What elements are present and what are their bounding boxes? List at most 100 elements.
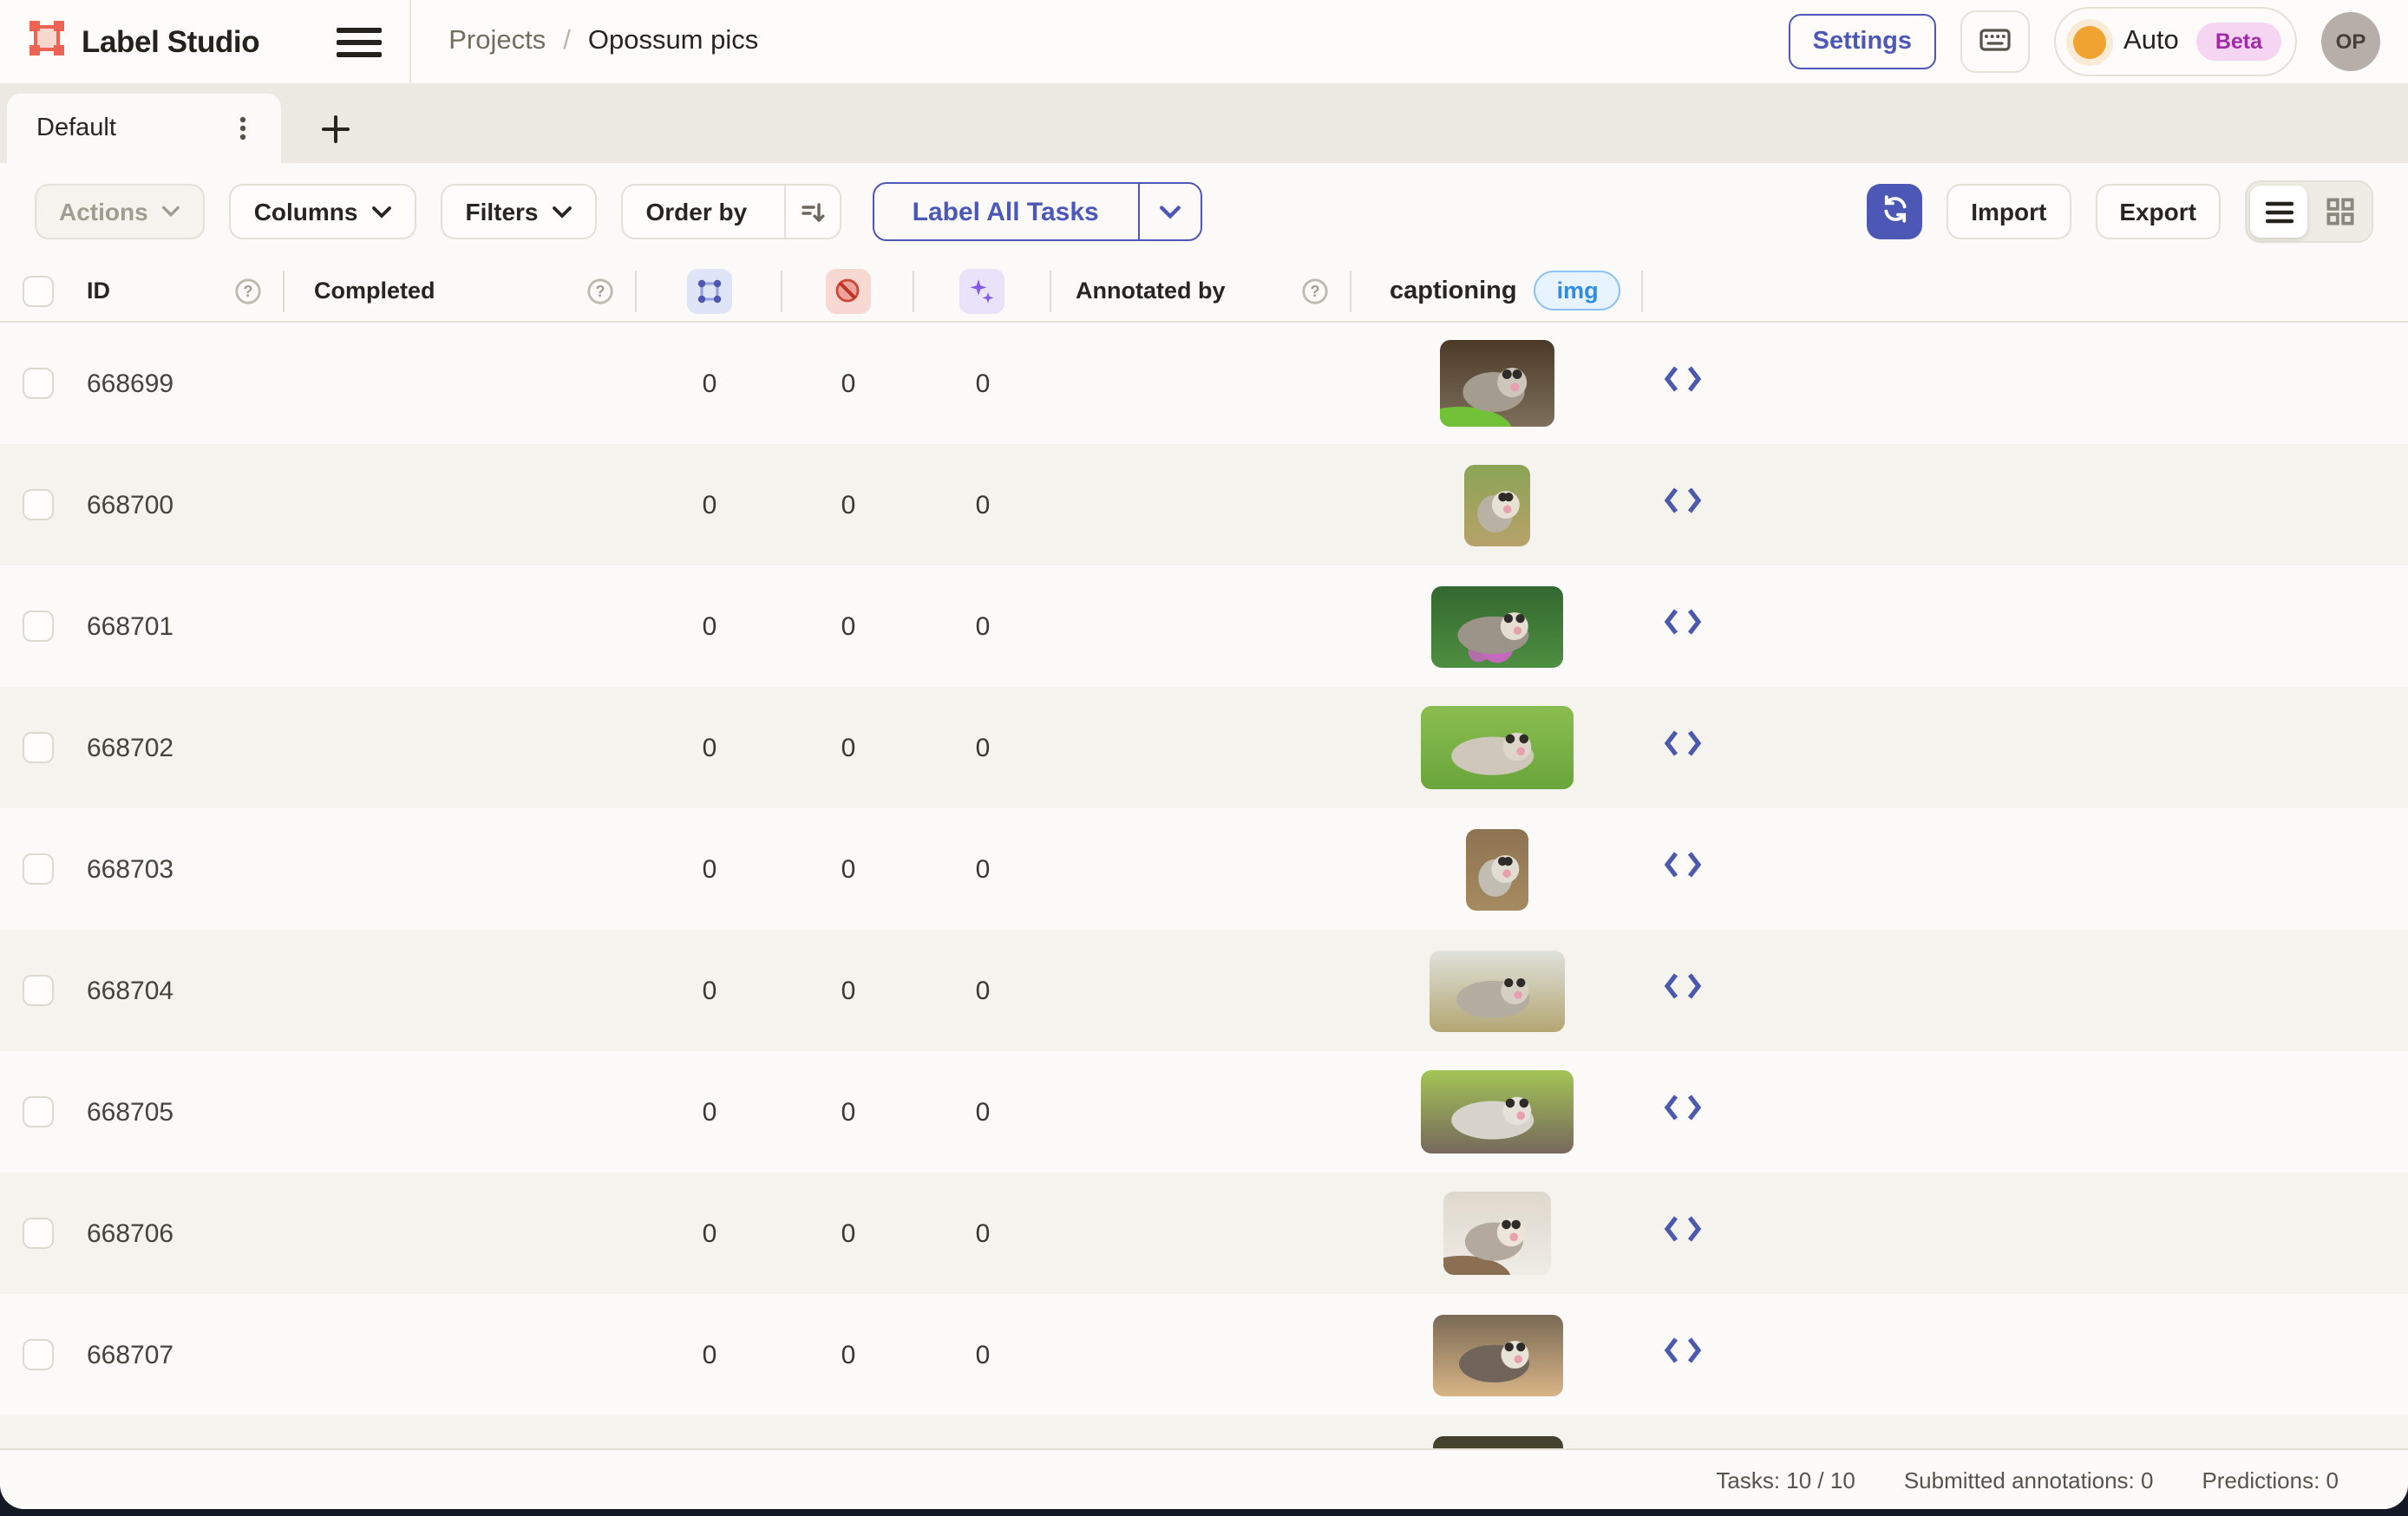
task-id: 668707 xyxy=(69,1340,285,1369)
add-tab-button[interactable] xyxy=(309,94,361,163)
show-source-code-icon[interactable] xyxy=(1662,486,1704,524)
table-row[interactable] xyxy=(0,1415,2408,1448)
app-logo[interactable]: Label Studio xyxy=(28,18,259,65)
column-header-annotations[interactable] xyxy=(637,270,782,311)
cancelled-count: 0 xyxy=(782,611,914,641)
label-studio-app: Label Studio Projects / Opossum pics Set… xyxy=(0,0,2408,1516)
table-row[interactable]: 668706 0 0 0 xyxy=(0,1173,2408,1294)
annotations-count: 0 xyxy=(637,369,782,398)
show-source-code-icon[interactable] xyxy=(1662,850,1704,888)
predictions-count: 0 xyxy=(914,854,1051,884)
task-image-thumbnail[interactable] xyxy=(1421,1070,1574,1153)
export-button[interactable]: Export xyxy=(2095,184,2221,239)
task-image-thumbnail[interactable] xyxy=(1464,464,1530,546)
completed-help-icon[interactable]: ? xyxy=(586,277,614,304)
column-header-completed[interactable]: Completed ? xyxy=(285,270,637,311)
label-all-dropdown-chevron-icon[interactable] xyxy=(1137,184,1200,239)
auto-mode-toggle[interactable]: Auto Beta xyxy=(2054,7,2297,76)
show-source-code-icon[interactable] xyxy=(1662,971,1704,1010)
select-all-cell xyxy=(0,270,69,311)
predictions-count: 0 xyxy=(914,976,1051,1005)
row-checkbox[interactable] xyxy=(23,611,54,642)
row-checkbox[interactable] xyxy=(23,489,54,520)
settings-button[interactable]: Settings xyxy=(1789,14,1936,69)
column-header-id[interactable]: ID ? xyxy=(69,270,285,311)
show-source-code-icon[interactable] xyxy=(1662,364,1704,402)
task-image-thumbnail[interactable] xyxy=(1431,585,1563,667)
row-checkbox[interactable] xyxy=(23,732,54,763)
table-row[interactable]: 668704 0 0 0 xyxy=(0,930,2408,1051)
show-source-code-icon[interactable] xyxy=(1662,1336,1704,1374)
data-manager-toolbar: Actions Columns Filters Order by xyxy=(0,163,2408,260)
table-row[interactable]: 668707 0 0 0 xyxy=(0,1294,2408,1415)
tab-default[interactable]: Default xyxy=(7,94,281,163)
column-header-cancelled[interactable] xyxy=(782,270,914,311)
filters-button[interactable]: Filters xyxy=(441,184,597,239)
task-image-thumbnail[interactable] xyxy=(1432,1314,1562,1395)
header-right-cluster: Settings Auto xyxy=(1789,7,2380,76)
breadcrumb-separator: / xyxy=(563,26,571,57)
task-image-thumbnail[interactable] xyxy=(1430,950,1565,1031)
breadcrumb: Projects / Opossum pics xyxy=(448,26,758,57)
row-checkbox[interactable] xyxy=(23,1218,54,1249)
table-body: 668699 0 0 0 xyxy=(0,323,2408,1448)
list-view-button[interactable] xyxy=(2250,186,2307,238)
task-image-thumbnail[interactable] xyxy=(1432,1435,1562,1448)
refresh-button[interactable] xyxy=(1867,184,1922,239)
task-image-thumbnail[interactable] xyxy=(1440,340,1554,427)
column-header-annotated-by[interactable]: Annotated by ? xyxy=(1051,270,1351,311)
table-row[interactable]: 668701 0 0 0 xyxy=(0,565,2408,687)
table-row[interactable]: 668700 0 0 0 xyxy=(0,444,2408,565)
task-id: 668700 xyxy=(69,490,285,519)
show-source-code-icon[interactable] xyxy=(1662,1214,1704,1252)
predictions-count: 0 xyxy=(914,490,1051,519)
cancelled-count: 0 xyxy=(782,1340,914,1369)
label-all-tasks-button[interactable]: Label All Tasks xyxy=(872,182,1201,241)
task-image-thumbnail[interactable] xyxy=(1421,706,1574,789)
beta-badge: Beta xyxy=(2196,23,2281,61)
annotations-count: 0 xyxy=(637,611,782,641)
row-checkbox[interactable] xyxy=(23,1096,54,1127)
select-all-checkbox[interactable] xyxy=(23,275,54,306)
id-help-icon[interactable]: ? xyxy=(234,277,262,304)
task-image-thumbnail[interactable] xyxy=(1443,1192,1551,1275)
grid-view-button[interactable] xyxy=(2311,186,2368,238)
column-header-source xyxy=(1643,270,2408,311)
column-header-captioning[interactable]: captioning img xyxy=(1351,270,1643,311)
cancelled-count: 0 xyxy=(782,490,914,519)
columns-button[interactable]: Columns xyxy=(230,184,417,239)
sort-order-icon[interactable] xyxy=(783,186,839,238)
breadcrumb-projects[interactable]: Projects xyxy=(448,26,546,57)
cancelled-count: 0 xyxy=(782,976,914,1005)
show-source-code-icon[interactable] xyxy=(1662,729,1704,767)
cancelled-annotations-icon xyxy=(825,268,870,313)
tab-options-kebab-icon[interactable] xyxy=(222,108,264,149)
row-checkbox[interactable] xyxy=(23,368,54,399)
row-checkbox[interactable] xyxy=(23,1339,54,1370)
user-avatar[interactable]: OP xyxy=(2321,12,2380,71)
table-row[interactable]: 668702 0 0 0 xyxy=(0,687,2408,808)
view-mode-toggle xyxy=(2245,180,2373,243)
list-icon xyxy=(2265,200,2293,223)
tasks-count: Tasks: 10 / 10 xyxy=(1716,1467,1855,1493)
table-row[interactable]: 668703 0 0 0 xyxy=(0,808,2408,930)
cancelled-count: 0 xyxy=(782,854,914,884)
column-header-predictions[interactable] xyxy=(914,270,1051,311)
show-source-code-icon[interactable] xyxy=(1662,607,1704,645)
order-by-button[interactable]: Order by xyxy=(622,184,841,239)
label-studio-logo-icon xyxy=(28,18,66,65)
row-checkbox[interactable] xyxy=(23,975,54,1006)
annotations-count: 0 xyxy=(637,1097,782,1127)
table-row[interactable]: 668699 0 0 0 xyxy=(0,323,2408,444)
actions-button[interactable]: Actions xyxy=(35,184,206,239)
annotated-by-help-icon[interactable]: ? xyxy=(1301,277,1329,304)
menu-hamburger-icon[interactable] xyxy=(336,23,381,61)
import-button[interactable]: Import xyxy=(1947,184,2071,239)
show-source-code-icon[interactable] xyxy=(1662,1093,1704,1131)
task-id: 668704 xyxy=(69,976,285,1005)
keyboard-shortcuts-button[interactable] xyxy=(1960,10,2030,73)
table-row[interactable]: 668705 0 0 0 xyxy=(0,1051,2408,1173)
row-checkbox[interactable] xyxy=(23,853,54,885)
task-image-thumbnail[interactable] xyxy=(1466,828,1528,910)
app-title: Label Studio xyxy=(82,23,259,60)
